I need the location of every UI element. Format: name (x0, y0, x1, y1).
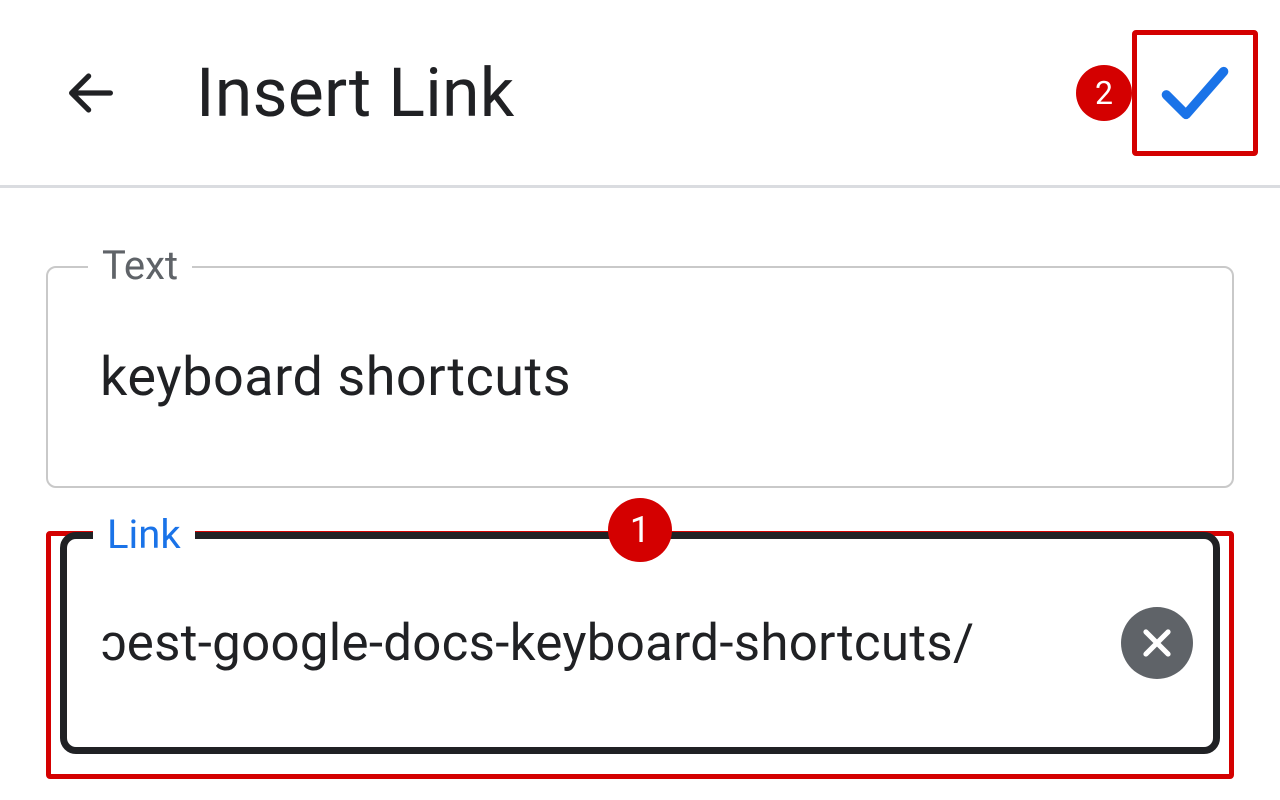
back-button[interactable] (56, 58, 126, 128)
content-area: Text 1 Link (0, 188, 1280, 754)
confirm-button-wrapper: 2 (1132, 30, 1258, 156)
annotation-badge-1: 1 (608, 498, 672, 562)
annotation-badge-2: 2 (1076, 65, 1132, 121)
text-field-label: Text (88, 242, 192, 289)
arrow-left-icon (62, 64, 120, 122)
link-field-label: Link (93, 511, 195, 558)
page-title: Insert Link (196, 53, 514, 133)
text-field[interactable]: Text (46, 266, 1234, 488)
text-input[interactable] (98, 345, 1194, 410)
annotation-highlight-2 (1132, 30, 1258, 156)
close-icon (1138, 624, 1176, 662)
app-bar: Insert Link 2 (0, 0, 1280, 188)
link-field-wrapper: 1 Link (46, 532, 1234, 754)
link-field[interactable]: Link (60, 532, 1220, 754)
clear-link-button[interactable] (1121, 607, 1193, 679)
link-input[interactable] (99, 613, 1101, 674)
